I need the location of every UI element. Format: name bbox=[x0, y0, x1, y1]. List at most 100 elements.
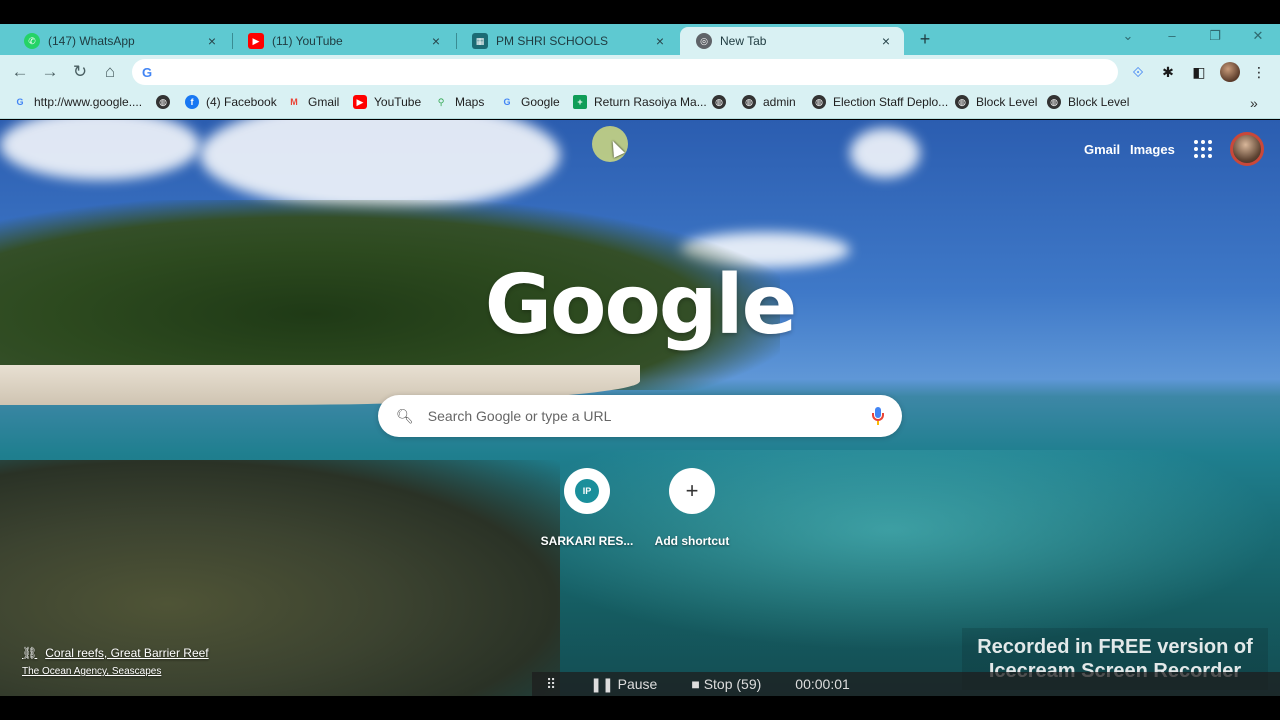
bookmark-google-url[interactable]: G http://www.google.... bbox=[13, 95, 142, 109]
extensions-icon[interactable]: ✱ bbox=[1159, 63, 1177, 81]
youtube-icon: ▶ bbox=[353, 95, 367, 109]
tab-title: (11) YouTube bbox=[272, 34, 343, 48]
reload-icon[interactable]: ↻ bbox=[70, 62, 90, 82]
home-icon[interactable]: ⌂ bbox=[100, 62, 120, 82]
bookmark-label: Block Level bbox=[976, 95, 1038, 109]
profile-avatar[interactable] bbox=[1220, 62, 1240, 82]
letterbox-bottom bbox=[0, 696, 1280, 720]
window-close-icon[interactable]: ✕ bbox=[1246, 28, 1270, 44]
bookmark-block-level[interactable]: ◍ Block Level bbox=[1047, 95, 1129, 109]
link-icon: ⛓ bbox=[22, 646, 38, 660]
bookmark-label: (4) Facebook bbox=[206, 95, 277, 109]
attribution-credit[interactable]: The Ocean Agency, Seascapes bbox=[22, 666, 209, 677]
side-panel-icon[interactable]: ◧ bbox=[1190, 63, 1208, 81]
tab-title: New Tab bbox=[720, 34, 767, 48]
restore-icon[interactable]: ❐ bbox=[1203, 28, 1227, 44]
letterbox-top bbox=[0, 0, 1280, 24]
tab-whatsapp[interactable]: ✆ (147) WhatsApp × bbox=[8, 27, 230, 55]
search-input[interactable] bbox=[427, 408, 872, 424]
tab-pm-shri-schools[interactable]: ▦ PM SHRI SCHOOLS × bbox=[456, 27, 678, 55]
images-link[interactable]: Images bbox=[1130, 142, 1175, 157]
shortcut-sarkari-result[interactable]: IP SARKARI RES... bbox=[537, 468, 637, 548]
address-input[interactable] bbox=[162, 64, 1118, 80]
bookmark-globe[interactable]: ◍ bbox=[156, 95, 177, 109]
bookmark-label: Election Staff Deplo... bbox=[833, 95, 949, 109]
globe-icon: ◍ bbox=[1047, 95, 1061, 109]
shortcut-tile: + bbox=[669, 468, 715, 514]
background-cloud bbox=[0, 120, 200, 180]
recorder-toolbar: ⠿ ❚❚ Pause ■ Stop (59) 00:00:01 bbox=[532, 672, 1280, 696]
globe-icon: ◍ bbox=[156, 95, 170, 109]
attribution-title: Coral reefs, Great Barrier Reef bbox=[45, 646, 209, 660]
stop-count: (59) bbox=[736, 676, 762, 692]
stop-label: Stop bbox=[703, 676, 733, 692]
bookmark-youtube[interactable]: ▶ YouTube bbox=[353, 95, 421, 109]
menu-icon[interactable]: ⋮ bbox=[1250, 63, 1268, 81]
plus-icon: + bbox=[685, 478, 699, 503]
drag-handle-icon[interactable]: ⠿ bbox=[546, 676, 556, 693]
pm-shri-icon: ▦ bbox=[472, 33, 488, 49]
new-tab-button[interactable]: + bbox=[914, 28, 936, 50]
bookmark-globe[interactable]: ◍ bbox=[712, 95, 733, 109]
bookmark-gmail[interactable]: M Gmail bbox=[287, 95, 339, 109]
tab-new-tab[interactable]: ◎ New Tab × bbox=[680, 27, 904, 55]
more-bookmarks-icon[interactable]: » bbox=[1250, 95, 1258, 111]
new-tab-page: Gmail Images Google 🔍︎ IP SARKARI RES...… bbox=[0, 120, 1280, 696]
add-shortcut-button[interactable]: + Add shortcut bbox=[642, 468, 742, 548]
watermark-line1: Recorded in FREE version of bbox=[977, 636, 1253, 658]
account-avatar[interactable] bbox=[1230, 132, 1264, 166]
forward-icon[interactable]: → bbox=[40, 62, 60, 82]
maps-icon: ⚲ bbox=[437, 96, 445, 107]
gmail-icon: M bbox=[290, 97, 298, 107]
bookmark-facebook[interactable]: f (4) Facebook bbox=[185, 95, 277, 109]
back-icon[interactable]: ← bbox=[10, 62, 30, 82]
bookmark-maps[interactable]: ⚲ Maps bbox=[434, 95, 485, 109]
address-bar[interactable]: G bbox=[132, 59, 1118, 85]
bookmark-label: Maps bbox=[455, 95, 485, 109]
translate-icon[interactable]: ⟐ bbox=[1129, 63, 1147, 81]
globe-icon: ◍ bbox=[712, 95, 726, 109]
close-icon[interactable]: × bbox=[878, 33, 894, 49]
bookmark-label: Gmail bbox=[308, 95, 340, 109]
bookmarks-bar: G http://www.google.... ◍ f (4) Facebook… bbox=[0, 89, 1280, 119]
minimize-icon[interactable]: – bbox=[1160, 28, 1184, 43]
bookmark-label: http://www.google.... bbox=[34, 95, 143, 109]
close-icon[interactable]: × bbox=[652, 33, 668, 49]
close-icon[interactable]: × bbox=[204, 33, 220, 49]
tab-search-icon[interactable]: ⌄ bbox=[1116, 28, 1140, 44]
pause-button[interactable]: ❚❚ Pause bbox=[590, 676, 657, 693]
google-logo: Google bbox=[484, 258, 797, 353]
shortcut-label: SARKARI RES... bbox=[540, 534, 634, 548]
bookmark-label: Return Rasoiya Ma... bbox=[594, 95, 707, 109]
bookmark-block-level[interactable]: ◍ Block Level bbox=[955, 95, 1037, 109]
google-apps-icon[interactable] bbox=[1194, 140, 1212, 158]
tab-youtube[interactable]: ▶ (11) YouTube × bbox=[232, 27, 454, 55]
bookmark-label: Google bbox=[521, 95, 560, 109]
gmail-link[interactable]: Gmail bbox=[1084, 142, 1120, 157]
globe-icon: ◍ bbox=[812, 95, 826, 109]
microphone-icon[interactable] bbox=[872, 407, 884, 425]
globe-icon: ◍ bbox=[955, 95, 969, 109]
search-box[interactable]: 🔍︎ bbox=[378, 395, 902, 437]
background-cloud bbox=[850, 128, 920, 178]
whatsapp-icon: ✆ bbox=[24, 33, 40, 49]
tab-strip: ✆ (147) WhatsApp × ▶ (11) YouTube × ▦ PM… bbox=[0, 24, 1280, 55]
recording-timer: 00:00:01 bbox=[795, 676, 850, 692]
facebook-icon: f bbox=[185, 95, 199, 109]
bookmark-return-rasoiya[interactable]: + Return Rasoiya Ma... bbox=[573, 95, 707, 109]
bookmark-google[interactable]: G Google bbox=[500, 95, 560, 109]
toolbar: ← → ↻ ⌂ G ⟐ ✱ ◧ ⋮ bbox=[0, 55, 1280, 89]
stop-button[interactable]: ■ Stop (59) bbox=[691, 676, 761, 692]
bookmark-admin[interactable]: ◍ admin bbox=[742, 95, 796, 109]
background-attribution: ⛓ Coral reefs, Great Barrier Reef The Oc… bbox=[22, 646, 209, 677]
google-icon: G bbox=[142, 64, 153, 80]
google-icon: G bbox=[503, 97, 511, 107]
shortcut-label: Add shortcut bbox=[654, 534, 730, 548]
shortcut-initials: IP bbox=[575, 479, 599, 503]
close-icon[interactable]: × bbox=[428, 33, 444, 49]
bookmark-election-staff[interactable]: ◍ Election Staff Deplo... bbox=[812, 95, 948, 109]
attribution-title-link[interactable]: ⛓ Coral reefs, Great Barrier Reef bbox=[22, 646, 209, 660]
globe-icon: ◍ bbox=[742, 95, 756, 109]
background-cloud bbox=[200, 120, 560, 210]
shortcut-tile: IP bbox=[564, 468, 610, 514]
